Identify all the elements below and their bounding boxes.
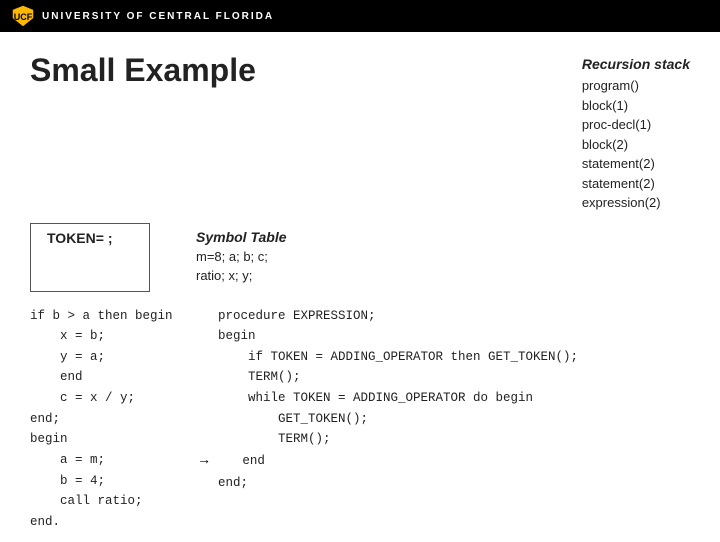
- left-code-line: end: [30, 367, 190, 388]
- token-label: TOKEN= ;: [47, 230, 112, 246]
- recursion-stack-panel: Recursion stack program()block(1)proc-de…: [582, 56, 690, 213]
- svg-text:UCF: UCF: [14, 12, 33, 22]
- symbol-line-2: ratio; x; y;: [196, 266, 287, 286]
- token-box: TOKEN= ;: [30, 223, 150, 292]
- recursion-stack-item: proc-decl(1): [582, 115, 690, 135]
- right-code-line: if TOKEN = ADDING_OPERATOR then GET_TOKE…: [200, 347, 690, 368]
- header-bar: UCF UNIVERSITY OF CENTRAL FLORIDA: [0, 0, 720, 32]
- right-code-line: procedure EXPRESSION;: [200, 306, 690, 327]
- right-code-line: GET_TOKEN();: [200, 409, 690, 430]
- symbol-line-1: m=8; a; b; c;: [196, 247, 287, 267]
- recursion-stack-item: block(1): [582, 96, 690, 116]
- token-symbol-row: TOKEN= ; Symbol Table m=8; a; b; c; rati…: [30, 223, 690, 292]
- recursion-stack-title: Recursion stack: [582, 56, 690, 72]
- right-code-line: begin: [200, 326, 690, 347]
- right-code-line: TERM();: [200, 367, 690, 388]
- right-code-line: while TOKEN = ADDING_OPERATOR do begin: [200, 388, 690, 409]
- recursion-stack-item: expression(2): [582, 193, 690, 213]
- left-code-line: a = m;: [30, 450, 190, 471]
- symbol-table-title: Symbol Table: [196, 229, 287, 245]
- recursion-stack-items: program()block(1)proc-decl(1)block(2)sta…: [582, 76, 690, 213]
- recursion-stack-item: block(2): [582, 135, 690, 155]
- title-row: Small Example Recursion stack program()b…: [30, 52, 690, 213]
- ucf-shield-icon: UCF: [12, 5, 34, 27]
- left-code-line: if b > a then begin: [30, 306, 190, 327]
- left-code-line: begin: [30, 429, 190, 450]
- left-code-line: c = x / y;: [30, 388, 190, 409]
- left-code-line: end.: [30, 512, 190, 533]
- symbol-table-content: m=8; a; b; c; ratio; x; y;: [196, 247, 287, 286]
- right-code-line: TERM();: [200, 429, 690, 450]
- recursion-stack-item: program(): [582, 76, 690, 96]
- code-section: if b > a then begin x = b; y = a; end c …: [30, 306, 690, 533]
- right-code-line: end;: [200, 473, 690, 494]
- ucf-logo: UCF UNIVERSITY OF CENTRAL FLORIDA: [12, 5, 274, 27]
- recursion-stack-item: statement(2): [582, 154, 690, 174]
- left-code-panel: if b > a then begin x = b; y = a; end c …: [30, 306, 190, 533]
- left-code-line: b = 4;: [30, 471, 190, 492]
- left-code-line: end;: [30, 409, 190, 430]
- university-name: UNIVERSITY OF CENTRAL FLORIDA: [42, 11, 274, 22]
- symbol-table-box: Symbol Table m=8; a; b; c; ratio; x; y;: [180, 223, 303, 292]
- page-title: Small Example: [30, 52, 256, 89]
- left-code-line: x = b;: [30, 326, 190, 347]
- arrow-icon: →: [200, 450, 208, 473]
- right-code-panel: procedure EXPRESSION;begin if TOKEN = AD…: [200, 306, 690, 533]
- right-code-line: → end: [200, 450, 690, 473]
- left-code-line: y = a;: [30, 347, 190, 368]
- left-code-line: call ratio;: [30, 491, 190, 512]
- main-content: Small Example Recursion stack program()b…: [0, 32, 720, 542]
- recursion-stack-item: statement(2): [582, 174, 690, 194]
